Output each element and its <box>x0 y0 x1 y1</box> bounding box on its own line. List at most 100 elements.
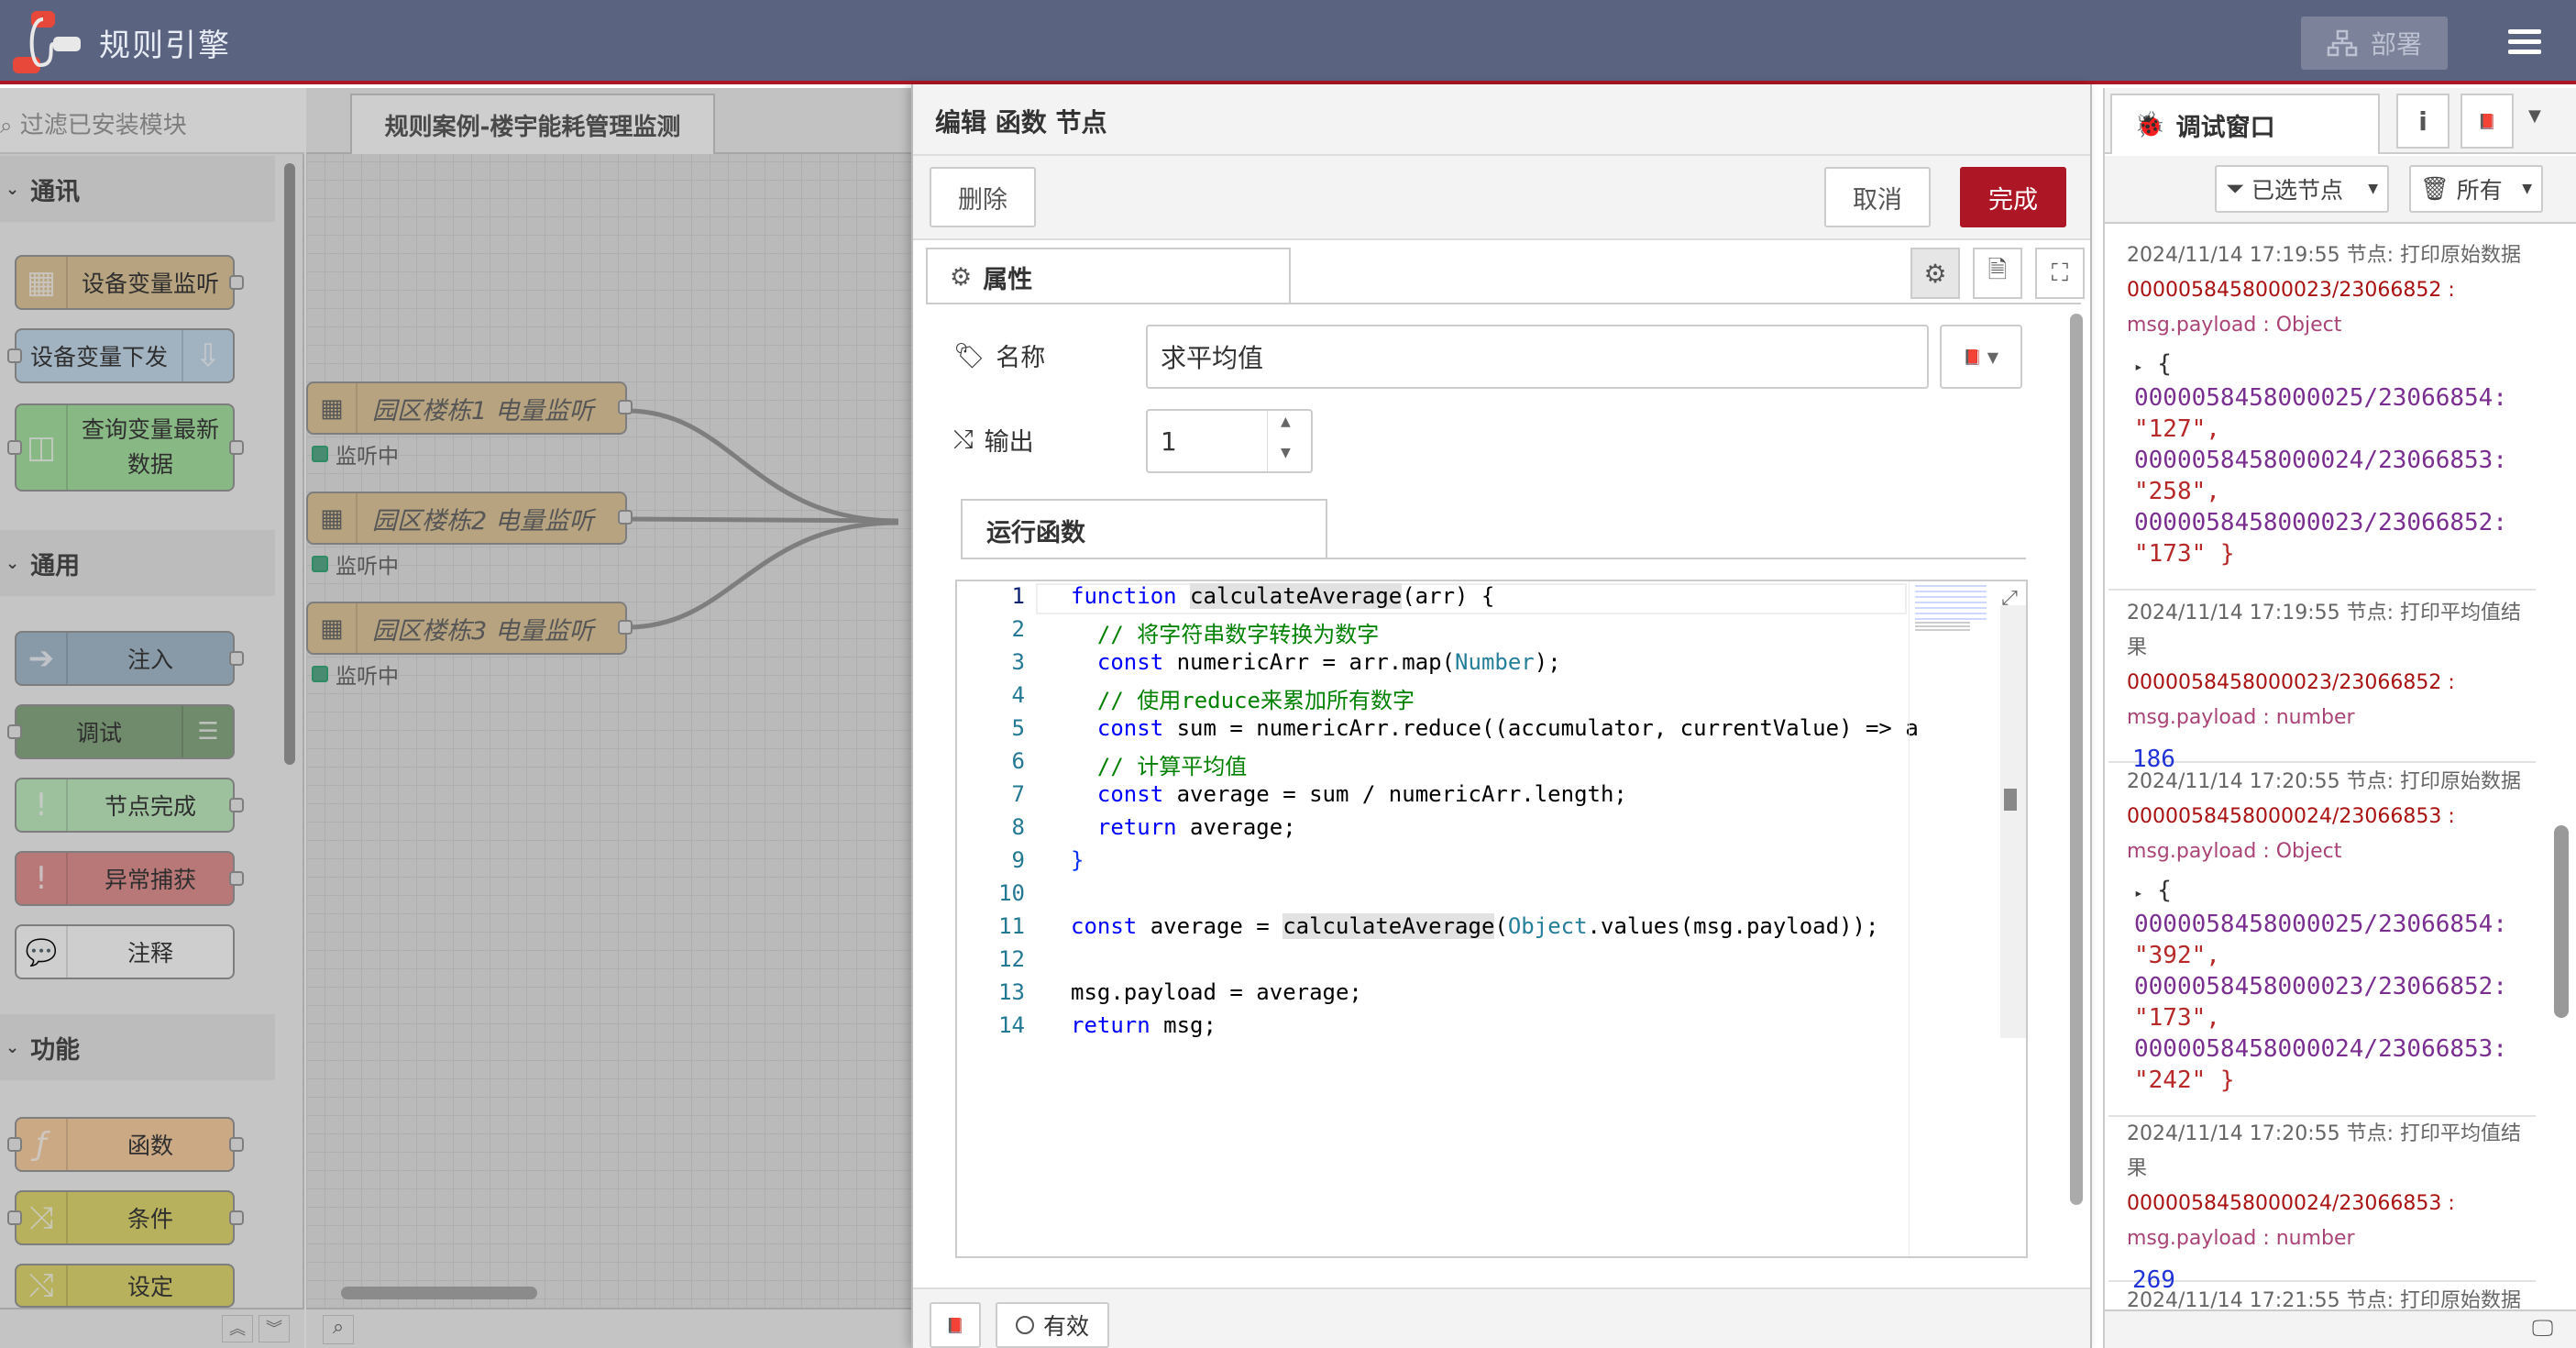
info-icon: i <box>2418 105 2427 137</box>
bug-icon: 🐞 <box>2134 111 2165 139</box>
done-button[interactable]: 完成 <box>1960 167 2066 227</box>
code-minimap[interactable] <box>1909 581 2000 1256</box>
code-line: msg.payload = average; <box>1071 979 1362 1005</box>
tab-help[interactable]: 📕 <box>2460 94 2514 149</box>
code-line: // 使用reduce来累加所有数字 <box>1071 688 1415 713</box>
line-number: 6 <box>1011 748 1025 774</box>
frame-icon: ⛶ <box>2051 259 2069 287</box>
message-type: msg.payload : Object <box>2127 314 2342 337</box>
outputs-label: ⤭ 输出 <box>953 425 1034 458</box>
tag-icon: 🏷 <box>953 341 985 370</box>
monitor-icon[interactable]: 🖵 <box>2532 1315 2553 1341</box>
tab-label: 调试窗口 <box>2175 113 2275 142</box>
spin-up-icon[interactable]: ▲ <box>1281 414 1291 429</box>
expand-editor-icon[interactable]: ⤢ <box>1997 587 2022 613</box>
enabled-label: 有效 <box>1042 1313 1089 1340</box>
name-label: 🏷 名称 <box>953 341 1046 373</box>
cancel-button[interactable]: 取消 <box>1824 167 1931 227</box>
line-number: 4 <box>1011 682 1025 708</box>
tab-properties[interactable]: ⚙ 属性 <box>926 248 1291 304</box>
code-line: return average; <box>1071 814 1296 840</box>
code-scroll-thumb[interactable] <box>2004 789 2017 811</box>
node-help-button[interactable]: 📕 <box>930 1302 981 1348</box>
delete-button[interactable]: 删除 <box>930 167 1036 227</box>
tray-scrollbar[interactable] <box>2070 314 2083 1205</box>
document-icon: 🗎 <box>1987 257 2008 284</box>
filter-selected-nodes[interactable]: ⏷ 已选节点 ▼ <box>2215 165 2389 213</box>
message-meta: 2024/11/14 17:19:55 节点: 打印平均值结果 <box>2127 602 2521 659</box>
debug-message[interactable]: 2024/11/14 17:19:55 节点: 打印平均值结果 00000584… <box>2108 596 2536 773</box>
library-dropdown-button[interactable]: 📕 ▼ <box>1940 325 2022 389</box>
message-type: msg.payload : number <box>2127 706 2355 729</box>
object-key: 0000058458000023/23066852: <box>2134 509 2507 536</box>
name-input[interactable]: 求平均值 <box>1146 325 1929 389</box>
code-line: return msg; <box>1071 1012 1216 1038</box>
tab-function[interactable]: 运行函数 <box>961 499 1327 559</box>
line-number: 8 <box>1011 814 1025 840</box>
book-icon: 📕 <box>1963 348 1982 366</box>
app-title: 规则引擎 <box>99 28 231 64</box>
message-path: 0000058458000023/23066852 : <box>2127 671 2455 694</box>
circle-icon <box>1015 1316 1034 1334</box>
message-meta: 2024/11/14 17:21:55 节点: 打印原始数据 <box>2127 1289 2521 1309</box>
object-value: "173", <box>2134 1004 2220 1032</box>
caret-down-icon: ▼ <box>2522 182 2532 196</box>
spinner-buttons[interactable]: ▲ ▼ <box>1267 411 1311 471</box>
debug-message[interactable]: 2024/11/14 17:20:55 节点: 打印平均值结果 00000584… <box>2108 1117 2536 1294</box>
debug-message[interactable]: 2024/11/14 17:21:55 节点: 打印原始数据 <box>2108 1284 2536 1309</box>
object-key: 0000058458000025/23066854: <box>2134 384 2507 412</box>
object-value: "392", <box>2134 942 2220 969</box>
code-line: // 将字符串数字转换为数字 <box>1071 622 1380 647</box>
spin-down-icon[interactable]: ▼ <box>1281 446 1291 460</box>
tab-description-icon[interactable]: 🗎 <box>1973 248 2022 299</box>
line-number: 11 <box>998 913 1025 939</box>
message-meta: 2024/11/14 17:19:55 节点: 打印原始数据 <box>2127 244 2521 267</box>
filter-icon: ⏷ <box>2226 175 2245 202</box>
tab-divider <box>926 303 2081 304</box>
message-path: 0000058458000024/23066853 : <box>2127 805 2455 828</box>
tab-settings-icon[interactable]: ⚙ <box>1910 248 1960 299</box>
deploy-button[interactable]: 部署 <box>2301 17 2448 70</box>
line-number: 10 <box>998 880 1025 906</box>
debug-message[interactable]: 2024/11/14 17:20:55 节点: 打印原始数据 000005845… <box>2108 765 2536 1117</box>
message-type: msg.payload : Object <box>2127 840 2342 863</box>
caret-right-icon: ▸ <box>2134 884 2143 901</box>
code-line: const numericArr = arr.map(Number); <box>1071 649 1561 675</box>
tab-divider <box>961 558 2026 559</box>
code-line: function calculateAverage(arr) { <box>1071 583 1495 609</box>
tab-label: 属性 <box>983 265 1033 294</box>
line-number: 1 <box>1011 583 1025 609</box>
tab-appearance-icon[interactable]: ⛶ <box>2035 248 2085 299</box>
trash-icon: 🗑 <box>2420 175 2449 202</box>
object-key: 0000058458000024/23066853: <box>2134 1035 2507 1063</box>
code-line: const average = sum / numericArr.length; <box>1071 781 1627 807</box>
message-type: msg.payload : number <box>2127 1227 2355 1250</box>
app-logo-icon <box>13 11 81 73</box>
book-icon: 📕 <box>2478 112 2496 130</box>
message-path: 0000058458000023/23066852 : <box>2127 279 2455 302</box>
tab-debug[interactable]: 🐞 调试窗口 <box>2110 94 2380 154</box>
code-scrollbar[interactable] <box>2000 605 2026 1038</box>
sidebar-menu-caret-icon[interactable]: ▼ <box>2528 106 2541 126</box>
object-value: "127", <box>2134 415 2220 443</box>
sidebar-scrollbar[interactable] <box>2554 825 2569 1018</box>
line-number: 5 <box>1011 715 1025 741</box>
code-line: // 计算平均值 <box>1071 754 1248 779</box>
deploy-icon <box>2327 29 2358 57</box>
sidebar-footer: 🖵 <box>2105 1309 2576 1348</box>
header-bar <box>0 0 2576 84</box>
message-meta: 2024/11/14 17:20:55 节点: 打印平均值结果 <box>2127 1122 2521 1180</box>
gear-icon: ⚙ <box>1923 258 1947 289</box>
line-number: 12 <box>998 946 1025 972</box>
debug-message[interactable]: 2024/11/14 17:19:55 节点: 打印原始数据 000005845… <box>2108 238 2536 591</box>
enabled-toggle[interactable]: 有效 <box>996 1302 1109 1348</box>
message-path: 0000058458000024/23066853 : <box>2127 1192 2455 1215</box>
object-value: "242" } <box>2134 1066 2235 1094</box>
tray-title: 编辑 函数 节点 <box>935 107 1107 138</box>
clear-all-button[interactable]: 🗑 所有 ▼ <box>2409 165 2543 213</box>
tab-info[interactable]: i <box>2396 94 2449 149</box>
object-key: 0000058458000024/23066853: <box>2134 447 2507 474</box>
object-toggle[interactable]: ▸ { <box>2134 875 2536 909</box>
main-menu-icon[interactable] <box>2503 20 2548 64</box>
object-toggle[interactable]: ▸ { <box>2134 348 2536 382</box>
